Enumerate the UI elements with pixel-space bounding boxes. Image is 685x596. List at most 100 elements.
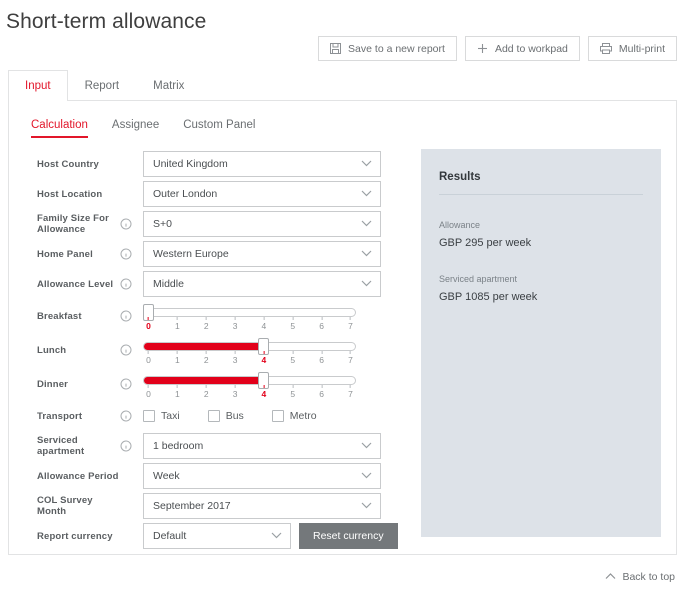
slider-tick: 2 (204, 317, 209, 331)
slider-tick: 6 (319, 385, 324, 399)
home-panel-label: Home Panel (37, 248, 93, 260)
allowance-period-select[interactable]: Week (143, 463, 381, 489)
allowance-period-label: Allowance Period (37, 470, 119, 482)
tab-report-label: Report (84, 80, 120, 92)
dinner-slider-fill (144, 377, 265, 384)
result-item-allowance: Allowance GBP 295 per week (439, 220, 643, 249)
result-allowance-value: GBP 295 per week (439, 237, 532, 249)
slider-tick: 0 (146, 317, 151, 331)
subtab-calculation-label: Calculation (31, 119, 88, 131)
home-panel-select[interactable]: Western Europe (143, 241, 381, 267)
tab-matrix-label: Matrix (153, 80, 185, 92)
host-country-value: United Kingdom (153, 158, 228, 170)
home-panel-info-icon[interactable] (119, 248, 133, 260)
lunch-slider[interactable]: 0 1 2 3 4 5 6 7 (143, 337, 356, 365)
result-serviced-apartment-value: GBP 1085 per week (439, 291, 538, 303)
family-size-label: Family Size For Allowance (37, 213, 109, 235)
slider-tick: 0 (146, 385, 151, 399)
slider-tick: 5 (290, 385, 295, 399)
form-row-breakfast: Breakfast 0 1 2 3 4 5 6 7 (9, 299, 409, 333)
host-location-label: Host Location (37, 188, 103, 200)
add-to-workpad-button[interactable]: Add to workpad (464, 36, 580, 61)
lunch-slider-ticks: 0 1 2 3 4 5 6 7 (143, 351, 356, 365)
form-row-home-panel: Home Panel Western Europe (9, 239, 409, 269)
family-size-value: S+0 (153, 218, 172, 230)
lunch-info-icon[interactable] (119, 344, 133, 356)
slider-tick: 3 (233, 385, 237, 399)
form-row-allowance-period: Allowance Period Week (9, 461, 409, 491)
family-size-select[interactable]: S+0 (143, 211, 381, 237)
slider-tick: 7 (348, 351, 353, 365)
back-to-top-label: Back to top (622, 571, 675, 583)
back-to-top-link[interactable]: Back to top (605, 571, 675, 583)
transport-info-icon[interactable] (119, 410, 133, 422)
dinner-label: Dinner (37, 378, 68, 390)
chevron-down-icon (361, 278, 372, 290)
breakfast-slider[interactable]: 0 1 2 3 4 5 6 7 (143, 303, 356, 331)
host-country-select[interactable]: United Kingdom (143, 151, 381, 177)
transport-checkbox-bus[interactable]: Bus (207, 410, 244, 422)
host-location-value: Outer London (153, 188, 218, 200)
slider-tick: 1 (175, 317, 180, 331)
report-currency-value: Default (153, 530, 187, 542)
chevron-down-icon (361, 218, 372, 230)
serviced-apartment-select[interactable]: 1 bedroom (143, 433, 381, 459)
multi-print-button[interactable]: Multi-print (587, 36, 677, 61)
form-row-serviced-apartment: Serviced apartment 1 bedroom (9, 431, 409, 461)
tab-report[interactable]: Report (68, 70, 137, 101)
slider-tick: 4 (262, 317, 266, 331)
slider-tick: 0 (146, 351, 151, 365)
chevron-down-icon (361, 158, 372, 170)
form-row-report-currency: Report currency Default Reset currency (9, 521, 409, 551)
save-to-new-report-button[interactable]: Save to a new report (318, 36, 457, 61)
tab-matrix[interactable]: Matrix (136, 70, 201, 101)
subtab-custom-panel[interactable]: Custom Panel (183, 119, 255, 138)
app-root: Short-term allowance Save to a new repor… (0, 0, 685, 596)
allowance-level-info-icon[interactable] (119, 278, 133, 290)
dinner-slider-ticks: 0 1 2 3 4 5 6 7 (143, 385, 356, 399)
add-to-workpad-label: Add to workpad (494, 42, 568, 55)
serviced-apartment-info-icon[interactable] (119, 440, 133, 452)
chevron-down-icon (361, 248, 372, 260)
dinner-slider[interactable]: 0 1 2 3 4 5 6 7 (143, 371, 356, 399)
slider-tick: 1 (175, 385, 180, 399)
col-survey-month-label: COL Survey Month (37, 495, 93, 517)
transport-metro-label: Metro (289, 410, 317, 422)
slider-tick: 4 (262, 351, 266, 365)
host-location-select[interactable]: Outer London (143, 181, 381, 207)
lunch-slider-track (143, 342, 356, 351)
col-survey-month-select[interactable]: September 2017 (143, 493, 381, 519)
family-size-info-icon[interactable] (119, 218, 133, 230)
breakfast-info-icon[interactable] (119, 310, 133, 322)
breakfast-slider-track (143, 308, 356, 317)
subtab-assignee[interactable]: Assignee (112, 119, 159, 138)
result-allowance-label: Allowance (439, 220, 481, 230)
subtab-calculation[interactable]: Calculation (31, 119, 88, 138)
checkbox-icon (207, 410, 220, 422)
main-tabs: Input Report Matrix (8, 70, 201, 101)
slider-tick: 7 (348, 385, 353, 399)
tab-input[interactable]: Input (8, 70, 68, 101)
dinner-slider-track (143, 376, 356, 385)
slider-tick: 1 (175, 351, 180, 365)
allowance-level-label: Allowance Level (37, 278, 114, 290)
chevron-down-icon (361, 470, 372, 482)
dinner-info-icon[interactable] (119, 378, 133, 390)
save-icon (330, 43, 342, 54)
form-row-dinner: Dinner 0 1 2 3 4 5 6 7 (9, 367, 409, 401)
report-currency-label: Report currency (37, 530, 113, 542)
transport-checkbox-metro[interactable]: Metro (271, 410, 317, 422)
transport-options: Taxi Bus Metro (143, 410, 317, 422)
breakfast-slider-ticks: 0 1 2 3 4 5 6 7 (143, 317, 356, 331)
slider-tick: 2 (204, 385, 209, 399)
slider-tick: 3 (233, 351, 237, 365)
reset-currency-button[interactable]: Reset currency (299, 523, 398, 549)
allowance-period-value: Week (153, 470, 180, 482)
form-row-host-country: Host Country United Kingdom (9, 149, 409, 179)
slider-tick: 5 (290, 317, 295, 331)
allowance-level-select[interactable]: Middle (143, 271, 381, 297)
report-currency-select[interactable]: Default (143, 523, 291, 549)
allowance-level-value: Middle (153, 278, 184, 290)
form-row-transport: Transport Taxi Bus Metro (9, 401, 409, 431)
transport-checkbox-taxi[interactable]: Taxi (143, 410, 180, 422)
